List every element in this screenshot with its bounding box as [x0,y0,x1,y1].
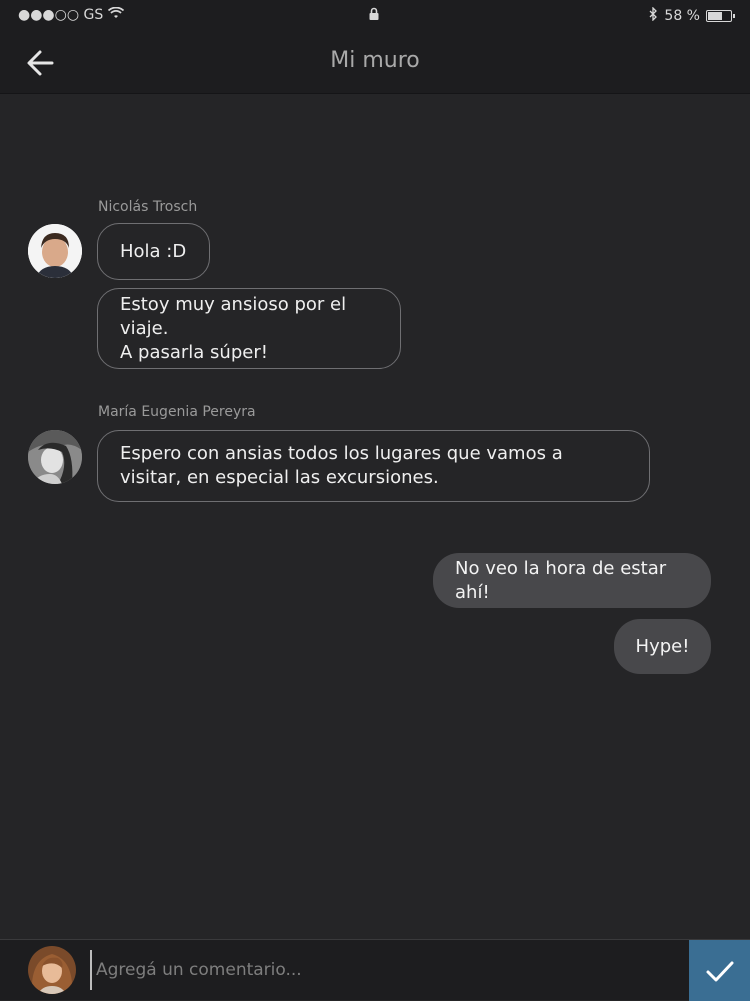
comment-composer [0,939,750,1001]
bluetooth-icon [649,6,658,25]
sender-name: María Eugenia Pereyra [98,404,256,420]
checkmark-icon [706,961,733,981]
send-button[interactable] [689,940,750,1001]
battery-percentage: 58 % [664,8,700,24]
battery-icon [706,10,735,22]
wifi-icon [108,6,125,23]
message-bubble[interactable]: Hola :D [97,223,210,280]
lock-icon [368,7,380,25]
message-text: No veo la hora de estar ahí! [455,557,667,603]
message-text: Hola :D [120,240,187,262]
avatar[interactable] [28,430,82,484]
status-bar: ●●●○○ GS 58 % [0,0,750,32]
chat-feed[interactable]: Nicolás Trosch Hola :D Estoy muy ansioso… [0,94,750,939]
message-text: Espero con ansias todos los lugares que … [120,443,563,488]
sender-name: Nicolás Trosch [98,199,198,215]
comment-input[interactable] [90,950,680,990]
message-bubble[interactable]: Estoy muy ansioso por el viaje. A pasarl… [97,288,401,369]
message-text: Estoy muy ansioso por el viaje. A pasarl… [120,293,347,363]
app-header: Mi muro [0,32,750,94]
page-title: Mi muro [330,48,420,73]
avatar[interactable] [28,224,82,278]
own-message-bubble[interactable]: Hype! [614,619,711,674]
own-message-bubble[interactable]: No veo la hora de estar ahí! [433,553,711,608]
message-bubble[interactable]: Espero con ansias todos los lugares que … [97,430,650,502]
carrier-text: ●●●○○ GS [18,7,104,23]
avatar [28,946,76,994]
message-text: Hype! [635,635,690,657]
